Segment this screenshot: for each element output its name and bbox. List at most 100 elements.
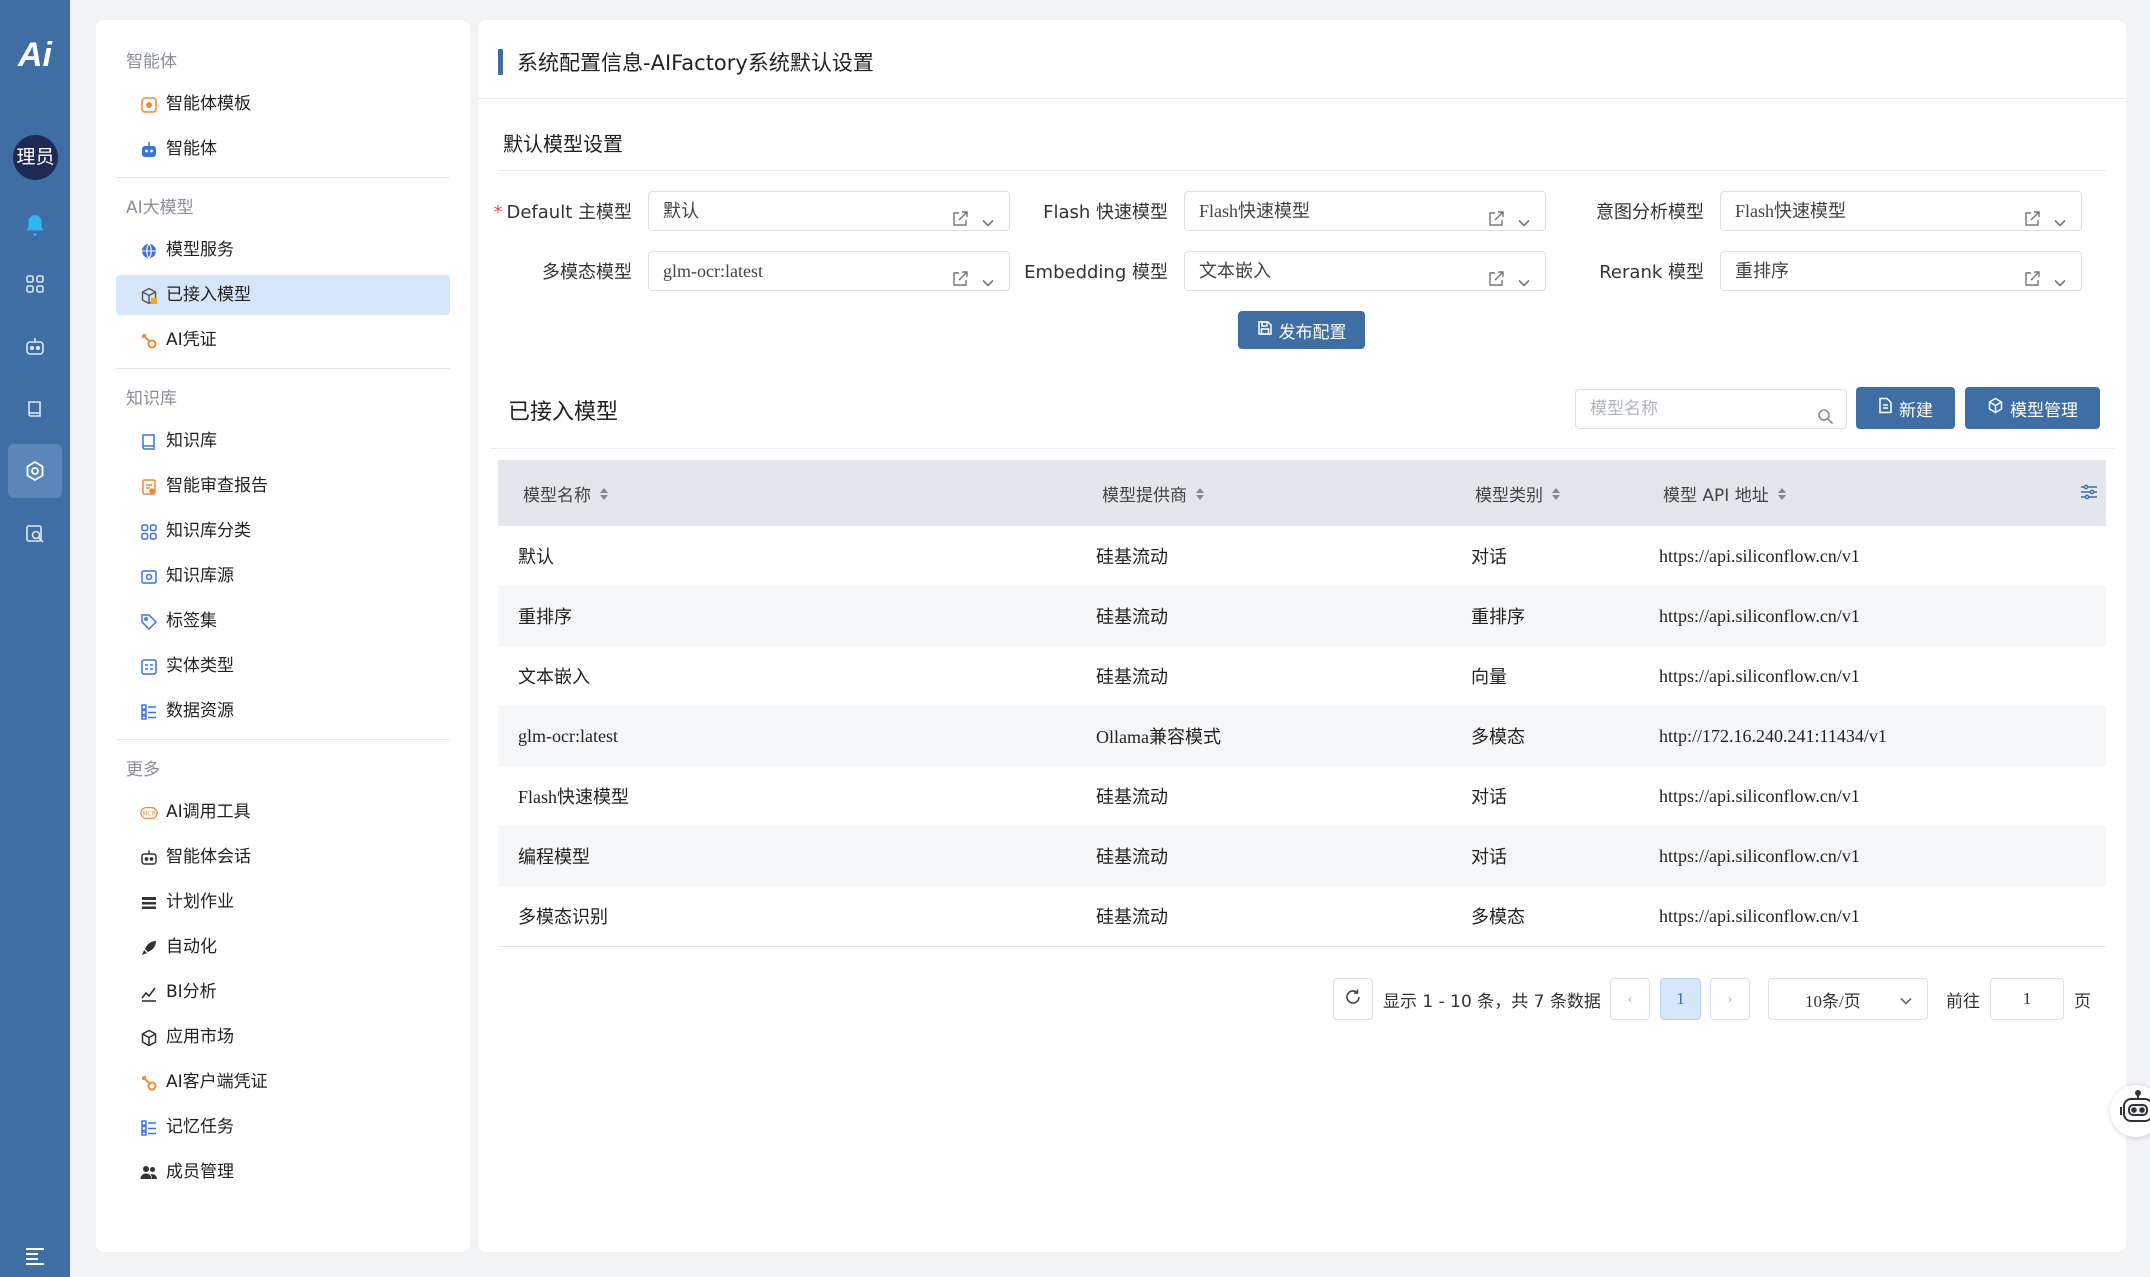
default-model-select[interactable]: 默认: [648, 191, 1010, 231]
required-mark: *: [493, 202, 503, 223]
external-link-icon[interactable]: [2023, 263, 2041, 301]
multimodal-model-select[interactable]: glm-ocr:latest: [648, 251, 1010, 291]
table-row[interactable]: 多模态识别 硅基流动 多模态 https://api.siliconflow.c…: [498, 886, 2106, 946]
table-row[interactable]: Flash快速模型 硅基流动 对话 https://api.siliconflo…: [498, 766, 2106, 826]
column-header-category[interactable]: 模型类别: [1471, 481, 1659, 506]
publish-config-button[interactable]: 发布配置: [1238, 311, 1365, 349]
external-link-icon[interactable]: [1487, 263, 1505, 301]
nav-item-label: 知识库: [166, 431, 217, 451]
divider: [498, 946, 2106, 947]
select-value: 默认: [663, 201, 699, 221]
nav-divider: [116, 177, 450, 178]
nav-item-label: BI分析: [166, 982, 217, 1002]
cell-category: 对话: [1471, 547, 1507, 567]
key-icon: [140, 332, 158, 350]
nav-item-data-resource[interactable]: 数据资源: [116, 691, 450, 731]
nav-item-kb-category[interactable]: 知识库分类: [116, 511, 450, 551]
flash-model-select[interactable]: Flash快速模型: [1184, 191, 1546, 231]
search-icon[interactable]: [1817, 401, 1834, 439]
book-icon[interactable]: [19, 393, 51, 425]
table-row[interactable]: 重排序 硅基流动 重排序 https://api.siliconflow.cn/…: [498, 586, 2106, 646]
nav-item-ai-tools[interactable]: MCP AI调用工具: [116, 792, 450, 832]
cell-provider: Ollama兼容模式: [1096, 727, 1221, 747]
sort-icon[interactable]: [1195, 486, 1205, 506]
nav-item-bi-analysis[interactable]: BI分析: [116, 972, 450, 1012]
nav-item-scheduled-jobs[interactable]: 计划作业: [116, 882, 450, 922]
list-title: 已接入模型: [508, 400, 619, 425]
field-label-text: Default 主模型: [506, 202, 633, 223]
app-logo: Ai: [18, 36, 52, 74]
table-row[interactable]: 文本嵌入 硅基流动 向量 https://api.siliconflow.cn/…: [498, 646, 2106, 706]
nav-item-agent[interactable]: 智能体: [116, 129, 450, 169]
model-management-button[interactable]: 模型管理: [1965, 387, 2100, 429]
nav-item-tag-set[interactable]: 标签集: [116, 601, 450, 641]
page-title-text: 系统配置信息-AIFactory系统默认设置: [517, 51, 874, 75]
robot-chat-icon[interactable]: [19, 331, 51, 363]
embedding-model-select[interactable]: 文本嵌入: [1184, 251, 1546, 291]
column-header-name[interactable]: 模型名称: [498, 481, 1096, 506]
user-avatar[interactable]: 理员: [13, 135, 58, 180]
settings-icon[interactable]: [8, 444, 62, 498]
box-icon: [140, 1029, 158, 1047]
page-number-button[interactable]: 1: [1660, 978, 1701, 1020]
field-rerank-model: Rerank 模型 重排序: [1550, 251, 2082, 291]
refresh-button[interactable]: [1333, 978, 1373, 1020]
goto-page-input[interactable]: 1: [1990, 978, 2064, 1020]
nav-item-label: 智能体模板: [166, 94, 251, 114]
field-embedding-model: Embedding 模型 文本嵌入: [1014, 251, 1546, 291]
nav-item-member-management[interactable]: 成员管理: [116, 1152, 450, 1192]
external-link-icon[interactable]: [2023, 203, 2041, 241]
search-report-icon[interactable]: [19, 518, 51, 550]
next-page-button[interactable]: ›: [1710, 978, 1750, 1020]
rerank-model-select[interactable]: 重排序: [1720, 251, 2082, 291]
table-row[interactable]: 默认 硅基流动 对话 https://api.siliconflow.cn/v1: [498, 526, 2106, 586]
column-settings-icon[interactable]: [2080, 484, 2098, 505]
mcp-icon: MCP: [140, 804, 158, 822]
nav-item-memory-task[interactable]: 记忆任务: [116, 1107, 450, 1147]
document-icon: [1878, 397, 1893, 419]
nav-item-model-service[interactable]: 模型服务: [116, 230, 450, 270]
nav-item-app-market[interactable]: 应用市场: [116, 1017, 450, 1057]
nav-item-kb-source[interactable]: 知识库源: [116, 556, 450, 596]
cell-name: 重排序: [518, 607, 572, 627]
nav-item-ai-credential[interactable]: AI凭证: [116, 320, 450, 360]
nav-item-entity-type[interactable]: 实体类型: [116, 646, 450, 686]
table-row[interactable]: 编程模型 硅基流动 对话 https://api.siliconflow.cn/…: [498, 826, 2106, 886]
nav-item-connected-models[interactable]: 已接入模型: [116, 275, 450, 315]
sort-icon[interactable]: [1551, 486, 1561, 506]
column-header-provider[interactable]: 模型提供商: [1096, 481, 1471, 506]
chevron-down-icon: [1899, 993, 1913, 1013]
sort-icon[interactable]: [1777, 486, 1787, 506]
nav-item-agent-template[interactable]: 智能体模板: [116, 84, 450, 124]
bell-icon[interactable]: [19, 210, 51, 242]
rocket-icon: [140, 939, 158, 957]
new-button[interactable]: 新建: [1856, 387, 1955, 429]
external-link-icon[interactable]: [1487, 203, 1505, 241]
key-icon: [140, 1074, 158, 1092]
nav-item-knowledge-base[interactable]: 知识库: [116, 421, 450, 461]
external-link-icon[interactable]: [951, 263, 969, 301]
intent-model-select[interactable]: Flash快速模型: [1720, 191, 2082, 231]
search-placeholder: 模型名称: [1590, 399, 1658, 419]
model-search-input[interactable]: 模型名称: [1575, 389, 1847, 429]
table-row[interactable]: glm-ocr:latest Ollama兼容模式 多模态 http://172…: [498, 706, 2106, 766]
svg-text:MCP: MCP: [143, 812, 156, 818]
menu-icon[interactable]: [19, 1240, 51, 1272]
page-size-select[interactable]: 10条/页: [1768, 978, 1928, 1020]
nav-item-automation[interactable]: 自动化: [116, 927, 450, 967]
column-header-api-url[interactable]: 模型 API 地址: [1659, 481, 2106, 506]
users-icon: [140, 1164, 158, 1182]
nav-item-label: 实体类型: [166, 656, 234, 676]
chevron-down-icon: [981, 265, 995, 303]
apps-icon[interactable]: [19, 268, 51, 300]
sort-icon[interactable]: [599, 486, 609, 506]
nav-item-review-report[interactable]: 智能审查报告: [116, 466, 450, 506]
app-rail: Ai 理员: [0, 0, 70, 1277]
chevron-down-icon: [2053, 265, 2067, 303]
nav-item-client-credential[interactable]: AI客户端凭证: [116, 1062, 450, 1102]
prev-page-button[interactable]: ‹: [1610, 978, 1650, 1020]
button-label: 模型管理: [2010, 400, 2078, 421]
cell-name: 多模态识别: [518, 907, 608, 927]
nav-item-agent-chat[interactable]: 智能体会话: [116, 837, 450, 877]
external-link-icon[interactable]: [951, 203, 969, 241]
